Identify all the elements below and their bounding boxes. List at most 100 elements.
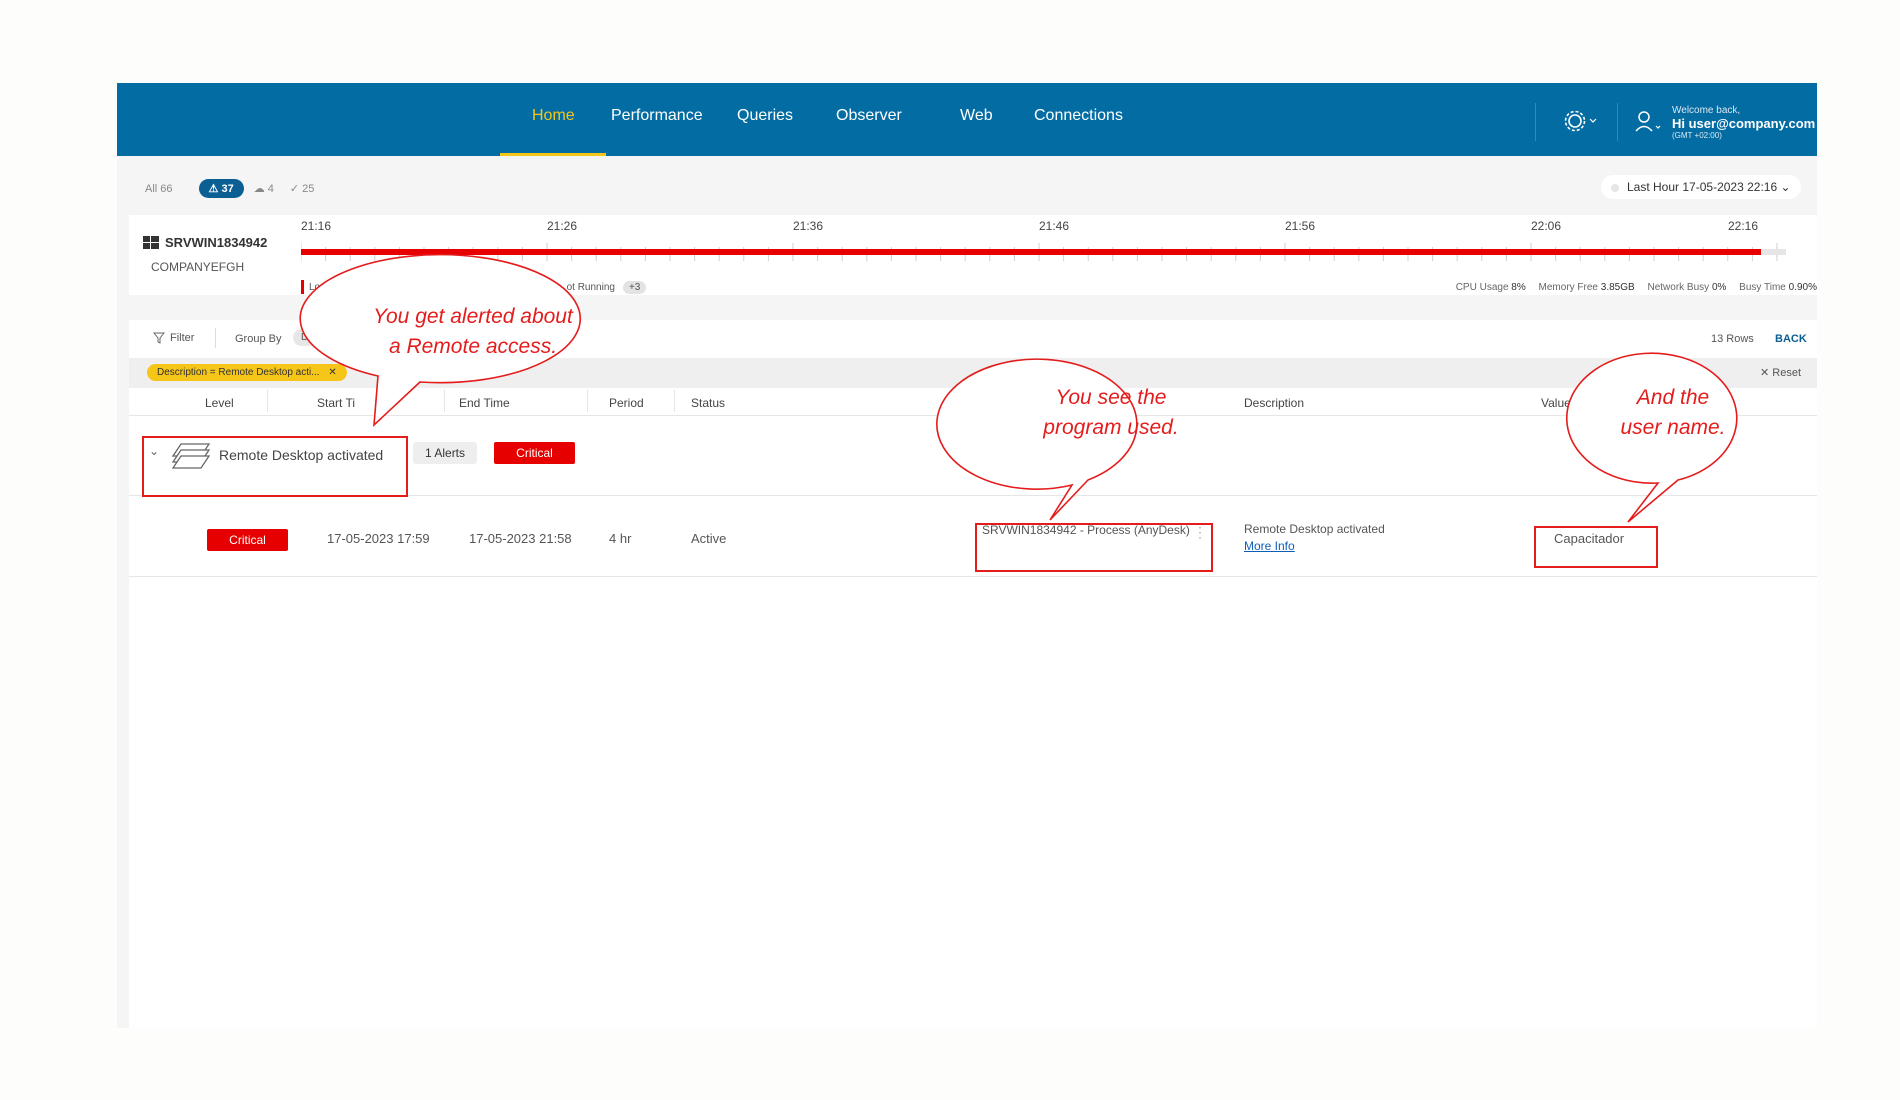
callout-alert-line1: You get alerted about: [373, 305, 573, 328]
group-highlight-box: [142, 436, 408, 497]
status-cell: Active: [691, 531, 727, 546]
server-timeline-card: SRVWIN1834942 COMPANYEFGH 21:16 21:26 21…: [129, 215, 1817, 295]
callout-program-text: You see the program used.: [1011, 383, 1211, 443]
range-date: 17-05-2023 22:16: [1682, 180, 1778, 194]
timeline-legend: Log ba ot Running +3: [301, 280, 647, 294]
server-name[interactable]: SRVWIN1834942: [143, 235, 267, 250]
callout-user-line1: And the: [1636, 386, 1710, 409]
status-counts: All 66 ⚠ 37 ☁ 4 ✓ 25: [145, 179, 330, 198]
stat-busy-value: 0.90%: [1788, 282, 1817, 293]
more-legend-badge[interactable]: +3: [622, 280, 647, 294]
callout-alert-line2: a Remote access.: [388, 335, 558, 358]
nav-connections[interactable]: Connections: [1034, 107, 1123, 125]
column-divider: [444, 390, 445, 412]
divider: [1617, 103, 1618, 141]
callout-program-line2: program used.: [1043, 416, 1179, 439]
nav-performance[interactable]: Performance: [611, 107, 703, 125]
col-description[interactable]: Description: [1244, 396, 1304, 410]
group-by-label: Group By: [235, 333, 282, 345]
windows-icon: [143, 235, 159, 249]
nav-queries[interactable]: Queries: [737, 107, 793, 125]
active-nav-underline: [500, 153, 606, 156]
col-end-time[interactable]: End Time: [459, 396, 510, 410]
more-info-link[interactable]: More Info: [1244, 539, 1295, 553]
welcome-text: Welcome back,: [1672, 105, 1741, 116]
welcome-block[interactable]: Welcome back, Hi user@company.com (GMT +…: [1672, 105, 1815, 140]
checked-count-value: 25: [302, 183, 315, 195]
reset-label: Reset: [1772, 367, 1802, 379]
timeline-alert-bar: [301, 249, 1761, 255]
column-divider: [587, 390, 588, 412]
gear-icon[interactable]: [1563, 109, 1599, 133]
divider: [1535, 103, 1536, 141]
server-name-text: SRVWIN1834942: [165, 235, 268, 250]
col-period[interactable]: Period: [609, 396, 644, 410]
checked-count[interactable]: ✓ 25: [290, 182, 315, 195]
stat-network-label: Network Busy: [1647, 282, 1710, 293]
back-button[interactable]: BACK: [1775, 333, 1807, 345]
stat-network-value: 0%: [1711, 282, 1727, 293]
group-by-chip[interactable]: Descri: [293, 329, 338, 346]
alerts-count-pill[interactable]: ⚠ 37: [198, 179, 244, 198]
offline-count-value: 4: [267, 183, 274, 195]
column-divider: [674, 390, 675, 412]
offline-count[interactable]: ☁ 4: [254, 182, 274, 195]
reset-button[interactable]: ✕ Reset: [1760, 366, 1801, 379]
alerts-count: 37: [221, 183, 234, 195]
filter-button[interactable]: Filter: [153, 332, 194, 344]
chevron-down-icon: ⌄: [1780, 180, 1791, 194]
stat-busy-label: Busy Time: [1739, 282, 1786, 293]
cloud-icon: ☁: [253, 183, 265, 195]
timeline-tick: 21:36: [793, 219, 824, 233]
close-icon[interactable]: ✕: [328, 367, 336, 378]
legend-left-text: Log ba: [309, 281, 340, 293]
col-value[interactable]: Value: [1541, 396, 1571, 410]
stat-cpu-value: 8%: [1511, 282, 1526, 293]
time-range-selector[interactable]: Last Hour 17-05-2023 22:16 ⌄: [1601, 175, 1801, 199]
nav-home[interactable]: Home: [532, 107, 575, 125]
timezone: (GMT +02:00): [1672, 131, 1722, 140]
timeline-tick: 22:06: [1531, 219, 1562, 233]
alerts-count-badge: 1 Alerts: [413, 442, 478, 464]
stat-cpu-label: CPU Usage: [1455, 282, 1509, 293]
end-time-cell: 17-05-2023 21:58: [469, 531, 572, 546]
server-stats: CPU Usage 8% Memory Free 3.85GB Network …: [1456, 282, 1817, 293]
callout-program-line1: You see the: [1055, 386, 1167, 409]
user-email: Hi user@company.com: [1672, 116, 1816, 131]
divider: [215, 328, 216, 348]
nav-observer[interactable]: Observer: [836, 107, 902, 125]
nav-web[interactable]: Web: [960, 107, 993, 125]
timeline-tick: 21:56: [1285, 219, 1316, 233]
col-level[interactable]: Level: [205, 396, 234, 410]
callout-user-line2: user name.: [1620, 416, 1726, 439]
close-icon: ✕: [1760, 367, 1770, 379]
top-navigation-bar: Home Performance Queries Observer Web Co…: [117, 83, 1817, 156]
all-count[interactable]: All 66: [145, 183, 173, 195]
period-cell: 4 hr: [609, 531, 632, 546]
timeline-empty-segment: [1761, 249, 1786, 255]
filter-chip-label: Description = Remote Desktop acti...: [157, 367, 320, 378]
col-status[interactable]: Status: [691, 396, 725, 410]
range-label: Last Hour: [1627, 180, 1680, 194]
legend-red-marker: [301, 280, 304, 294]
stat-memory-label: Memory Free: [1538, 282, 1598, 293]
filter-chip[interactable]: Description = Remote Desktop acti... ✕: [147, 364, 347, 381]
active-filters-bar: Description = Remote Desktop acti... ✕ ✕…: [129, 358, 1817, 388]
component-highlight-box: [975, 523, 1213, 572]
filter-icon: [153, 332, 165, 344]
range-dot: [1611, 184, 1619, 192]
timeline-tick: 21:26: [547, 219, 578, 233]
alert-timeline[interactable]: [301, 243, 1786, 265]
column-divider: [267, 390, 268, 412]
callout-user-text: And the user name.: [1588, 383, 1758, 443]
alerts-panel: Filter Group By Descri 13 Rows BACK Desc…: [129, 320, 1817, 1028]
timeline-tick: 21:16: [301, 219, 332, 233]
start-time-cell: 17-05-2023 17:59: [327, 531, 430, 546]
filter-label: Filter: [170, 332, 195, 344]
user-icon[interactable]: [1633, 109, 1663, 133]
col-start-time[interactable]: Start Ti: [317, 396, 355, 410]
col-component[interactable]: Com: [982, 396, 1007, 410]
value-highlight-box: [1534, 526, 1658, 568]
timeline-tick: 21:46: [1039, 219, 1070, 233]
table-header: Level Start Ti End Time Period Status Co…: [129, 388, 1817, 416]
